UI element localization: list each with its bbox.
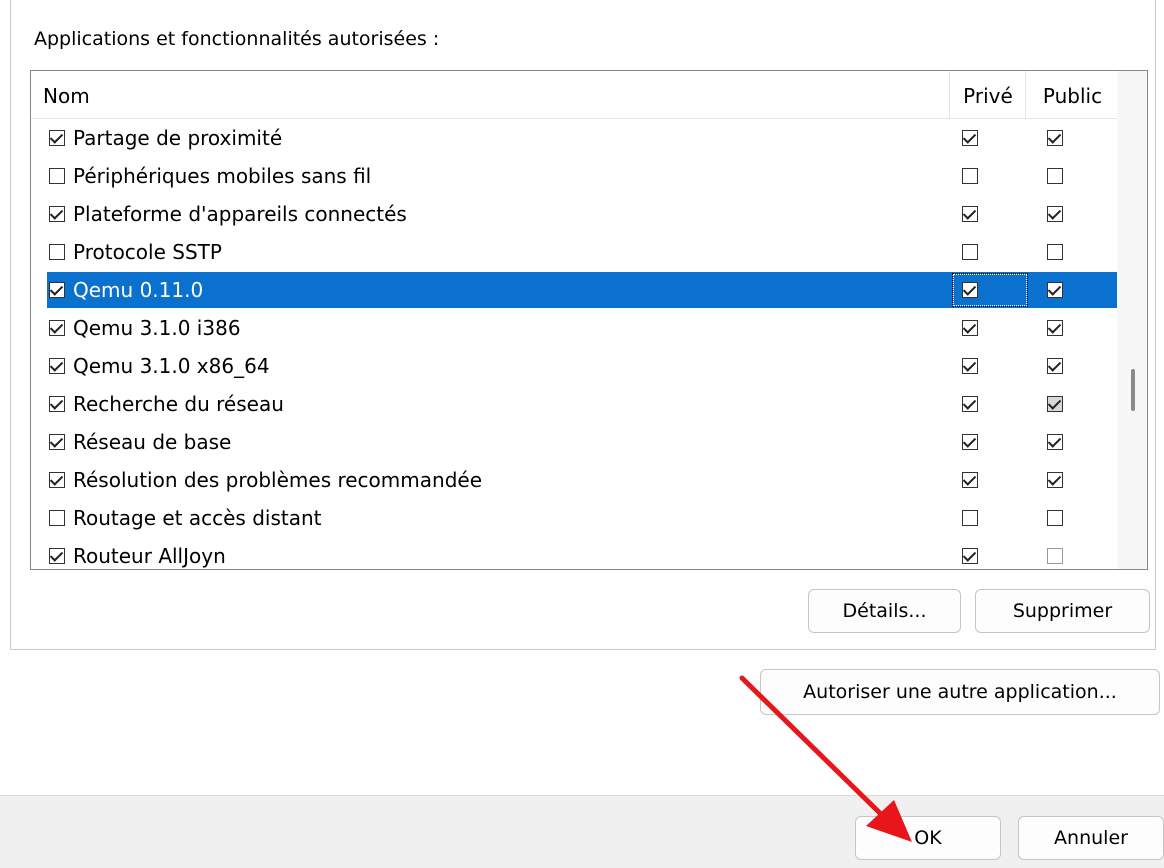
list-header: Nom Privé Public (31, 71, 1120, 119)
list-item-area[interactable]: Routeur AllJoyn (47, 538, 1118, 569)
public-checkbox[interactable] (1047, 244, 1063, 260)
list-item-label: Partage de proximité (73, 126, 283, 150)
list-item[interactable]: Plateforme d'appareils connectés (31, 195, 1118, 233)
public-checkbox[interactable] (1047, 130, 1063, 146)
private-checkbox[interactable] (962, 510, 978, 526)
list-item-area[interactable]: Routage et accès distant (47, 500, 1118, 536)
public-checkbox[interactable] (1047, 510, 1063, 526)
public-checkbox[interactable] (1047, 434, 1063, 450)
checkbox-checked-icon[interactable] (49, 206, 65, 222)
list-item[interactable]: Qemu 0.11.0 (31, 271, 1118, 309)
checkbox-unchecked-icon[interactable] (49, 168, 65, 184)
list-item-area[interactable]: Périphériques mobiles sans fil (47, 158, 1118, 194)
list-item-area[interactable]: Protocole SSTP (47, 234, 1118, 270)
dialog-footer: OK Annuler (0, 795, 1164, 868)
list-item-label: Qemu 3.1.0 i386 (73, 316, 241, 340)
list-item-label: Résolution des problèmes recommandée (73, 468, 482, 492)
public-checkbox[interactable] (1047, 168, 1063, 184)
list-item[interactable]: Protocole SSTP (31, 233, 1118, 271)
checkbox-checked-icon[interactable] (49, 358, 65, 374)
public-checkbox[interactable] (1047, 282, 1063, 298)
private-checkbox[interactable] (962, 282, 978, 298)
allowed-apps-list[interactable]: Nom Privé Public Partage de proximité Pér… (30, 70, 1148, 570)
scrollbar-thumb[interactable] (1131, 369, 1135, 411)
checkbox-checked-icon[interactable] (49, 320, 65, 336)
column-header-public[interactable]: Public (1025, 71, 1120, 119)
list-item-label: Recherche du réseau (73, 392, 284, 416)
list-item[interactable]: Recherche du réseau (31, 385, 1118, 423)
list-item-area[interactable]: Résolution des problèmes recommandée (47, 462, 1118, 498)
list-item-area[interactable]: Qemu 3.1.0 x86_64 (47, 348, 1118, 384)
list-item[interactable]: Routeur AllJoyn (31, 537, 1118, 569)
vertical-scrollbar[interactable] (1117, 71, 1147, 569)
public-checkbox[interactable] (1047, 358, 1063, 374)
list-item[interactable]: Réseau de base (31, 423, 1118, 461)
dialog-content: Applications et fonctionnalités autorisé… (0, 0, 1164, 795)
checkbox-checked-icon[interactable] (49, 548, 65, 564)
cancel-button[interactable]: Annuler (1018, 816, 1164, 860)
list-item[interactable]: Périphériques mobiles sans fil (31, 157, 1118, 195)
allowed-apps-label: Applications et fonctionnalités autorisé… (34, 28, 440, 50)
ok-button[interactable]: OK (855, 816, 1001, 860)
private-checkbox[interactable] (962, 548, 978, 564)
checkbox-unchecked-icon[interactable] (49, 510, 65, 526)
list-item-label: Périphériques mobiles sans fil (73, 164, 372, 188)
details-button[interactable]: Détails... (808, 589, 961, 633)
list-item-label: Routeur AllJoyn (73, 544, 226, 568)
private-checkbox[interactable] (962, 434, 978, 450)
list-item-label: Routage et accès distant (73, 506, 322, 530)
checkbox-checked-icon[interactable] (49, 396, 65, 412)
checkbox-checked-icon[interactable] (49, 282, 65, 298)
private-checkbox[interactable] (962, 206, 978, 222)
list-item[interactable]: Routage et accès distant (31, 499, 1118, 537)
list-item-area[interactable]: Partage de proximité (47, 120, 1118, 156)
list-item[interactable]: Résolution des problèmes recommandée (31, 461, 1118, 499)
list-item-area[interactable]: Qemu 0.11.0 (47, 272, 1118, 308)
checkbox-checked-icon[interactable] (49, 130, 65, 146)
public-checkbox[interactable] (1047, 396, 1063, 412)
list-item[interactable]: Qemu 3.1.0 x86_64 (31, 347, 1118, 385)
list-item[interactable]: Qemu 3.1.0 i386 (31, 309, 1118, 347)
public-checkbox[interactable] (1047, 472, 1063, 488)
column-header-private[interactable]: Privé (949, 71, 1026, 119)
list-item-label: Qemu 3.1.0 x86_64 (73, 354, 270, 378)
private-checkbox[interactable] (962, 472, 978, 488)
checkbox-checked-icon[interactable] (49, 434, 65, 450)
list-item-area[interactable]: Recherche du réseau (47, 386, 1118, 422)
checkbox-unchecked-icon[interactable] (49, 244, 65, 260)
private-checkbox[interactable] (962, 244, 978, 260)
list-item-label: Qemu 0.11.0 (73, 278, 204, 302)
private-checkbox[interactable] (962, 396, 978, 412)
public-checkbox[interactable] (1047, 320, 1063, 336)
column-header-name[interactable]: Nom (43, 71, 90, 119)
list-item-label: Plateforme d'appareils connectés (73, 202, 407, 226)
list-item-area[interactable]: Qemu 3.1.0 i386 (47, 310, 1118, 346)
public-checkbox[interactable] (1047, 206, 1063, 222)
list-item-label: Protocole SSTP (73, 240, 222, 264)
delete-button[interactable]: Supprimer (975, 589, 1150, 633)
list-item-area[interactable]: Plateforme d'appareils connectés (47, 196, 1118, 232)
list-rows: Partage de proximité Périphériques mobile… (31, 119, 1118, 569)
list-item-label: Réseau de base (73, 430, 232, 454)
checkbox-checked-icon[interactable] (49, 472, 65, 488)
private-checkbox[interactable] (962, 358, 978, 374)
public-checkbox[interactable] (1047, 548, 1063, 564)
private-checkbox[interactable] (962, 130, 978, 146)
list-item-area[interactable]: Réseau de base (47, 424, 1118, 460)
allow-another-app-button[interactable]: Autoriser une autre application... (760, 669, 1160, 715)
list-item[interactable]: Partage de proximité (31, 119, 1118, 157)
private-checkbox[interactable] (962, 168, 978, 184)
private-checkbox[interactable] (962, 320, 978, 336)
